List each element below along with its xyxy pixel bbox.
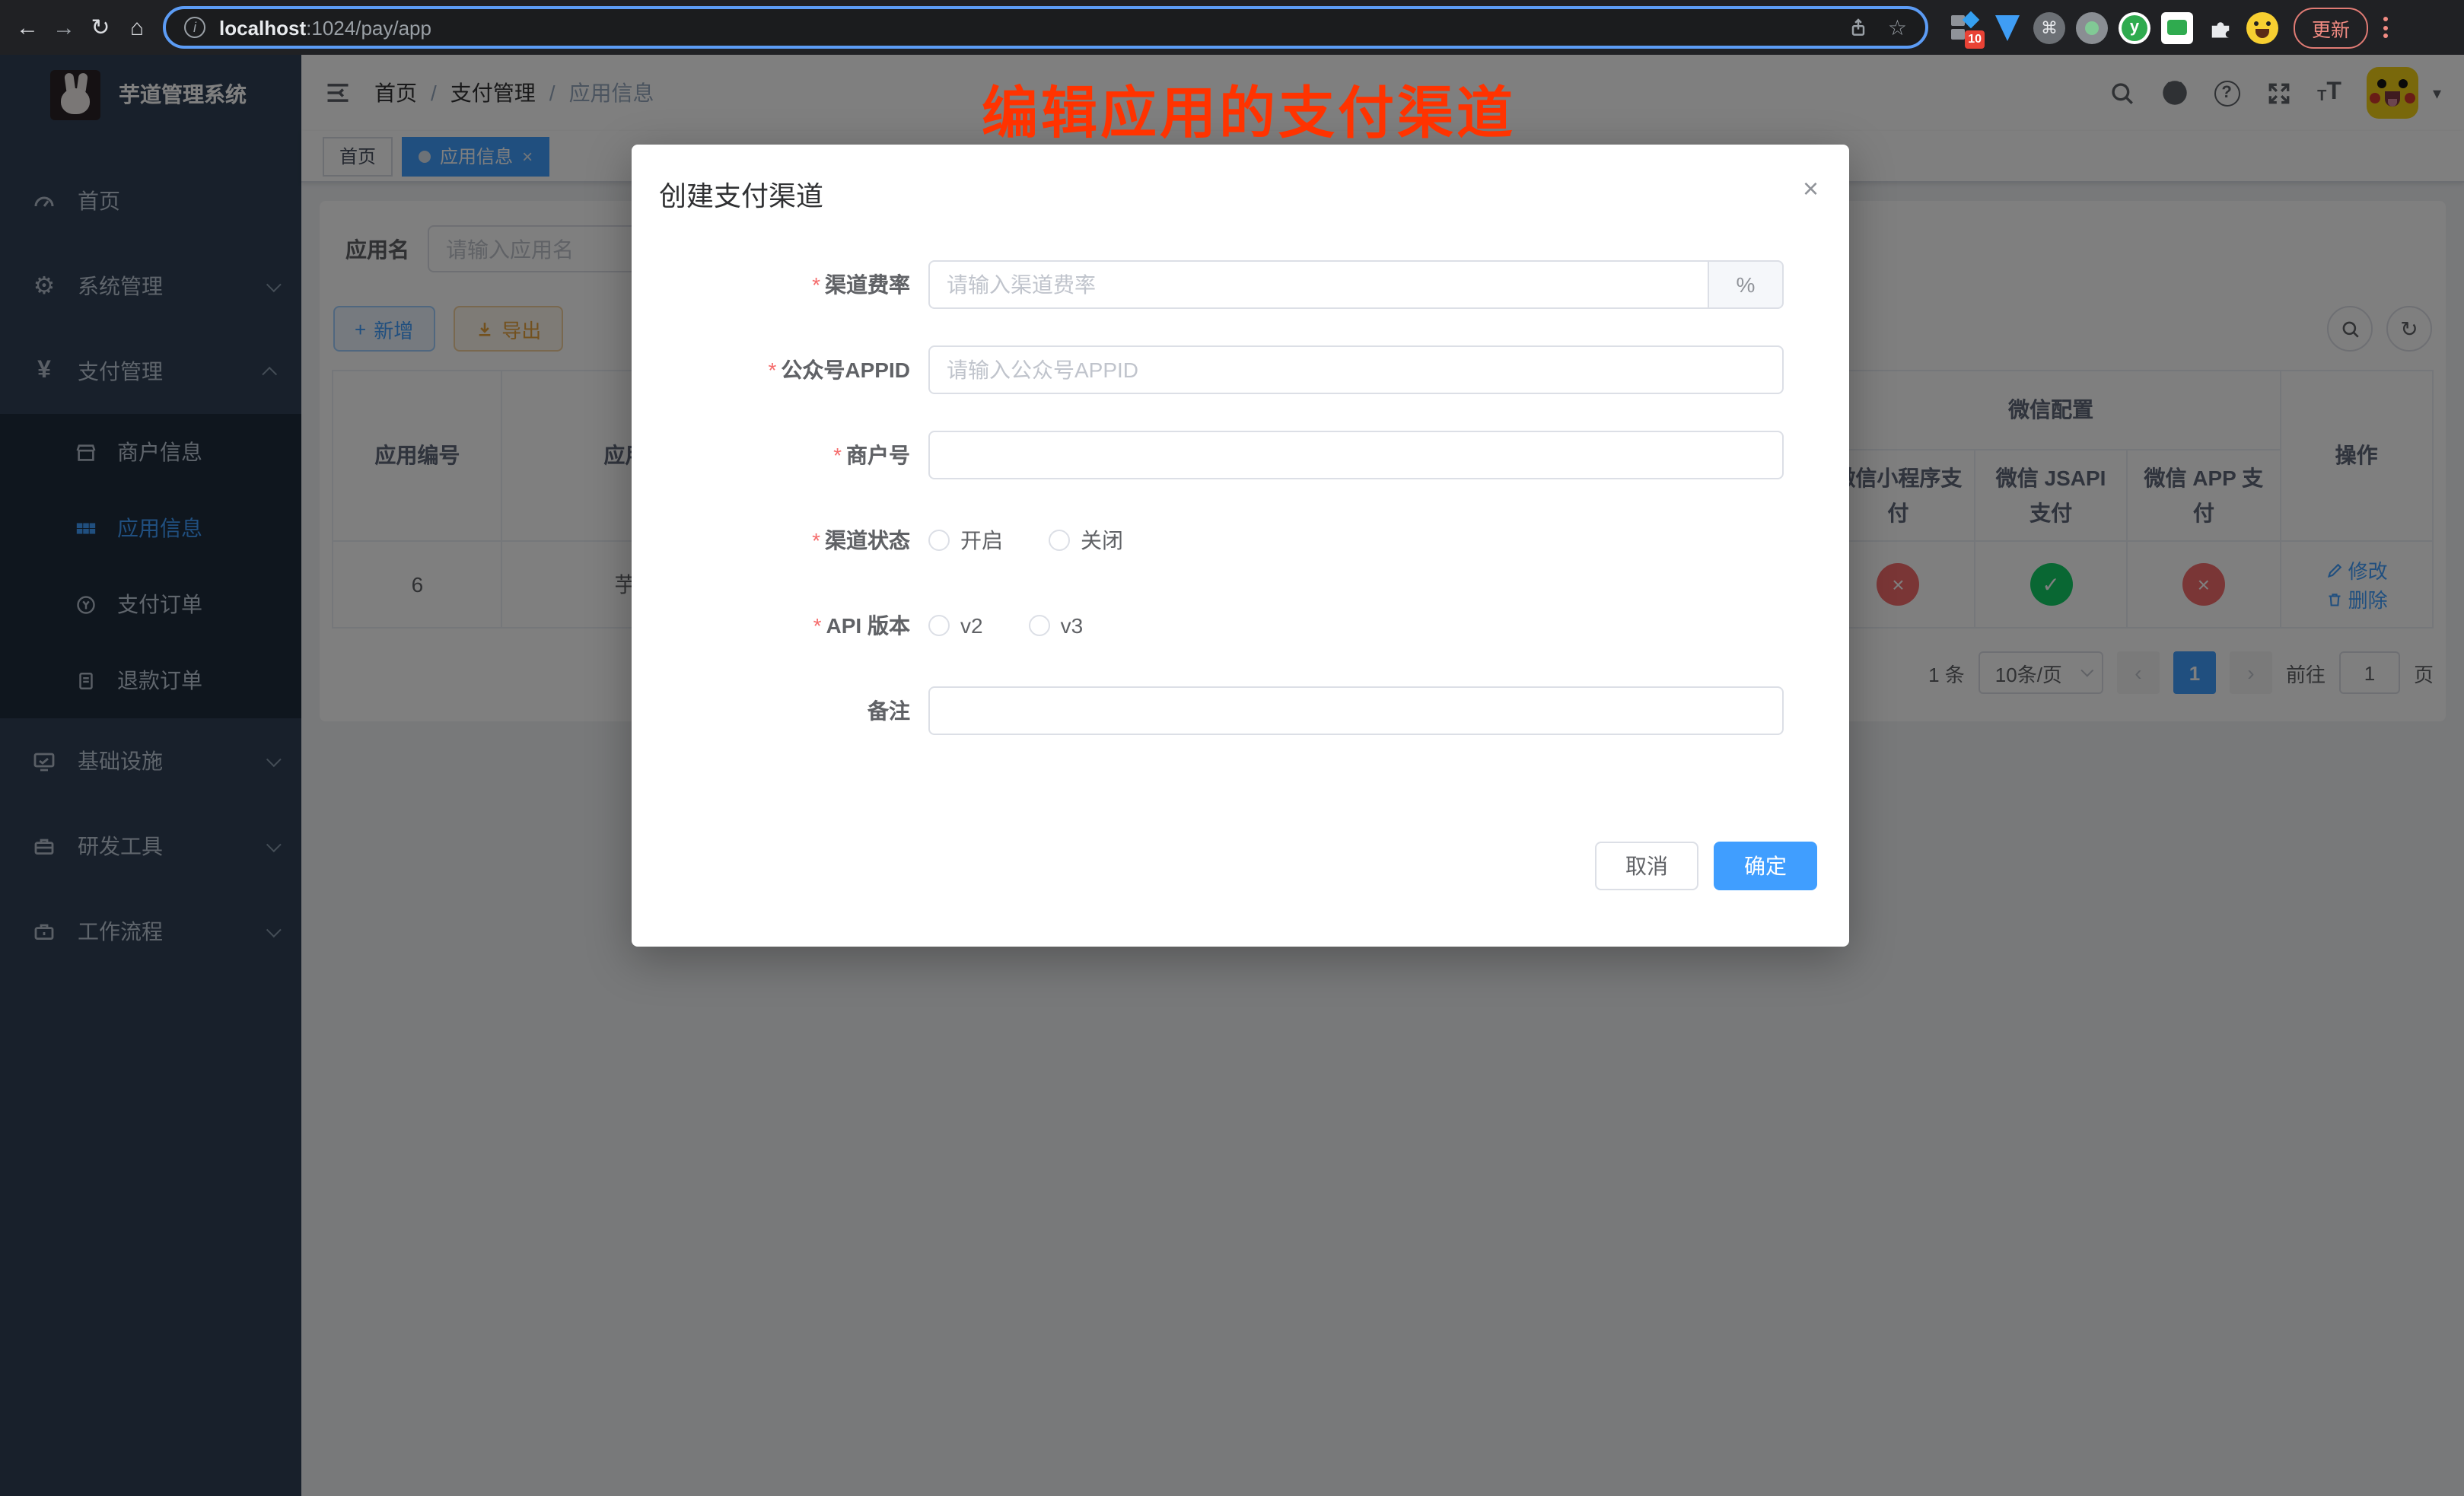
radio-api-v2[interactable]: v2	[928, 613, 983, 638]
remark-input[interactable]	[928, 686, 1784, 735]
browser-back-icon[interactable]: ←	[9, 8, 46, 47]
browser-home-icon[interactable]: ⌂	[119, 8, 155, 47]
radio-api-v3[interactable]: v3	[1029, 613, 1084, 638]
browser-forward-icon[interactable]: →	[46, 8, 82, 47]
form-row-rate: *渠道费率 %	[670, 260, 1784, 309]
extension-dot-icon[interactable]	[2076, 11, 2108, 43]
share-icon[interactable]	[1848, 17, 1870, 38]
extension-kite-icon[interactable]	[1991, 11, 2023, 43]
browser-update-button[interactable]: 更新	[2294, 7, 2368, 48]
radio-icon	[1049, 530, 1070, 551]
url-path: :1024/pay/app	[306, 16, 431, 39]
extensions-puzzle-icon[interactable]	[2204, 11, 2236, 43]
dialog-header: 创建支付渠道 ×	[632, 145, 1849, 215]
dialog-close-icon[interactable]: ×	[1803, 175, 1819, 202]
annotation-text: 编辑应用的支付渠道	[982, 67, 1516, 149]
extension-chat-icon[interactable]	[2161, 11, 2193, 43]
browser-menu-icon[interactable]	[2383, 17, 2388, 38]
browser-reload-icon[interactable]: ↻	[82, 8, 119, 47]
extension-cmd-icon[interactable]: ⌘	[2033, 11, 2065, 43]
channel-rate-input[interactable]	[928, 260, 1708, 309]
field-label: 渠道费率	[825, 272, 910, 297]
extension-toolbar: 10 ⌘ y	[1948, 11, 2278, 43]
profile-emoji-avatar[interactable]	[2246, 11, 2278, 43]
url-host: localhost	[219, 16, 306, 39]
screen: ← → ↻ ⌂ i localhost :1024/pay/app ☆ 10 ⌘…	[0, 0, 2464, 1496]
address-bar[interactable]: i localhost :1024/pay/app ☆	[163, 6, 1928, 49]
dialog-footer: 取消 确定	[632, 772, 1849, 890]
radio-status-closed[interactable]: 关闭	[1049, 525, 1123, 555]
field-label: 备注	[867, 699, 910, 723]
percent-append: %	[1708, 260, 1784, 309]
dialog-form: *渠道费率 % *公众号APPID *商户号	[632, 215, 1849, 735]
form-row-merchant-id: *商户号	[670, 431, 1784, 479]
bookmark-star-icon[interactable]: ☆	[1888, 14, 1907, 40]
radio-icon	[928, 530, 950, 551]
radio-status-open[interactable]: 开启	[928, 525, 1003, 555]
form-row-api-version: *API 版本 v2 v3	[670, 601, 1784, 650]
radio-icon	[928, 615, 950, 636]
browser-chrome: ← → ↻ ⌂ i localhost :1024/pay/app ☆ 10 ⌘…	[0, 0, 2464, 55]
confirm-button[interactable]: 确定	[1714, 842, 1817, 890]
extension-icon[interactable]: 10	[1948, 11, 1980, 43]
form-row-remark: 备注	[670, 686, 1784, 735]
field-label: API 版本	[826, 613, 910, 638]
official-account-appid-input[interactable]	[928, 345, 1784, 394]
radio-icon	[1029, 615, 1050, 636]
site-info-icon[interactable]: i	[184, 17, 205, 38]
create-pay-channel-dialog: 创建支付渠道 × *渠道费率 % *公众号APPID *	[632, 145, 1849, 947]
field-label: 商户号	[846, 443, 910, 467]
merchant-id-input[interactable]	[928, 431, 1784, 479]
extension-badge: 10	[1965, 30, 1985, 48]
form-row-status: *渠道状态 开启 关闭	[670, 516, 1784, 565]
field-label: 渠道状态	[825, 528, 910, 552]
form-row-appid: *公众号APPID	[670, 345, 1784, 394]
cancel-button[interactable]: 取消	[1595, 842, 1698, 890]
field-label: 公众号APPID	[781, 358, 910, 382]
dialog-title: 创建支付渠道	[659, 175, 823, 215]
extension-y-icon[interactable]: y	[2119, 11, 2150, 43]
